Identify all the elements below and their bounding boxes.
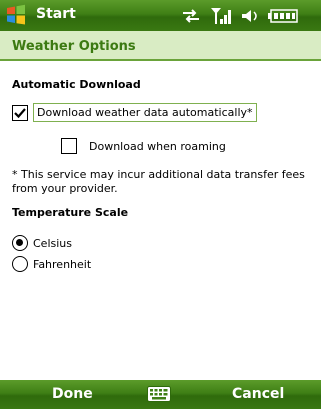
- volume-icon: [242, 10, 257, 22]
- start-title[interactable]: Start: [36, 6, 76, 22]
- roaming-label[interactable]: Download when roaming: [89, 140, 226, 153]
- done-softkey[interactable]: Done: [52, 386, 93, 402]
- temperature-scale-heading: Temperature Scale: [12, 206, 129, 219]
- page-title: Weather Options: [12, 39, 136, 54]
- roaming-checkbox[interactable]: [61, 138, 77, 154]
- fees-note: * This service may incur additional data…: [12, 168, 305, 195]
- battery-icon: [268, 9, 298, 23]
- windows-logo-icon[interactable]: [4, 3, 28, 27]
- checkmark-icon: [14, 107, 26, 118]
- cancel-softkey[interactable]: Cancel: [232, 386, 284, 402]
- status-icons[interactable]: [180, 6, 298, 26]
- celsius-radio[interactable]: [12, 235, 28, 251]
- softkey-bar: Done Cancel: [0, 380, 321, 409]
- sync-arrows-icon: [183, 9, 199, 23]
- fahrenheit-label[interactable]: Fahrenheit: [33, 258, 91, 271]
- auto-download-checkbox[interactable]: [12, 104, 28, 121]
- roaming-checkbox-row[interactable]: Download when roaming: [61, 138, 226, 154]
- keyboard-icon[interactable]: [147, 386, 171, 402]
- page-header: Weather Options: [0, 31, 321, 61]
- celsius-option[interactable]: Celsius: [12, 235, 72, 251]
- title-bar: Start: [0, 0, 321, 31]
- fahrenheit-radio[interactable]: [12, 256, 28, 272]
- radio-selected-dot: [16, 239, 23, 246]
- automatic-download-heading: Automatic Download: [12, 78, 141, 91]
- auto-download-checkbox-row[interactable]: Download weather data automatically*: [12, 103, 257, 122]
- signal-icon: [211, 8, 231, 24]
- fahrenheit-option[interactable]: Fahrenheit: [12, 256, 91, 272]
- celsius-label[interactable]: Celsius: [33, 237, 72, 250]
- auto-download-label[interactable]: Download weather data automatically*: [33, 103, 257, 122]
